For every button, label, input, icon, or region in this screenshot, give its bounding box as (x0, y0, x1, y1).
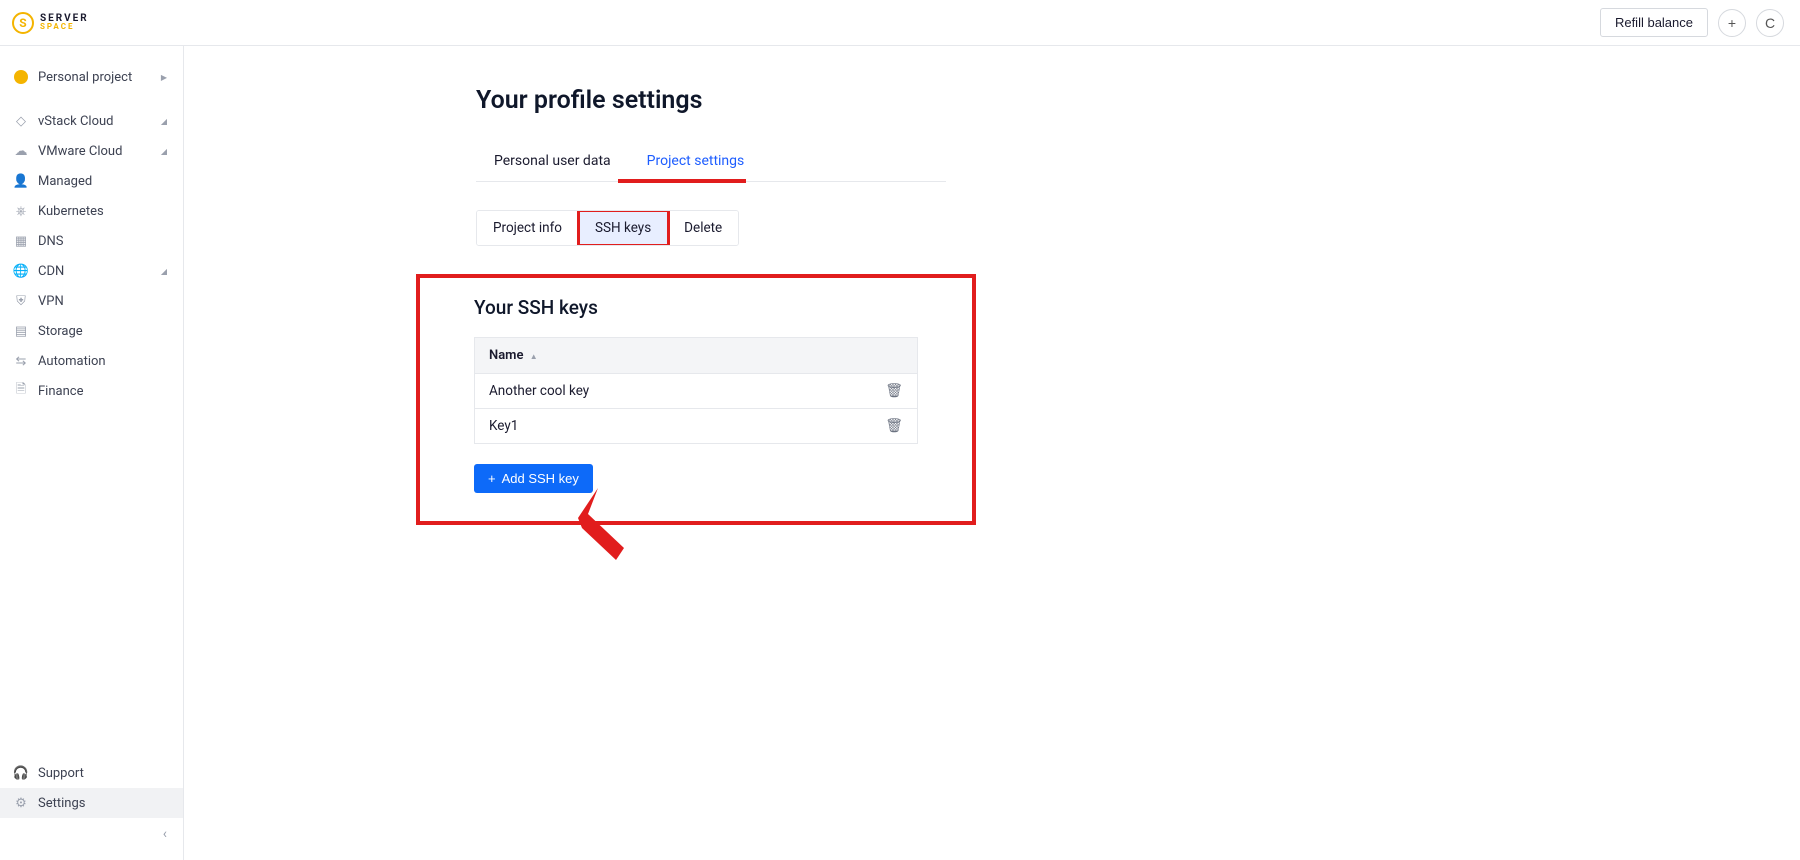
sidebar-item-cdn[interactable]: 🌐 CDN ◢ (0, 256, 183, 286)
project-subtabs: Project info SSH keys Delete (476, 210, 739, 246)
sidebar-item-label: CDN (38, 264, 64, 279)
header-actions: Refill balance + C (1600, 8, 1784, 37)
sidebar-item-storage[interactable]: ▤ Storage (0, 316, 183, 346)
collapse-sidebar-button[interactable]: ‹ (163, 826, 167, 842)
table-row[interactable]: Another cool key 🗑 (475, 373, 917, 408)
chevron-down-icon: ◢ (161, 267, 167, 276)
sidebar-item-label: Finance (38, 384, 83, 399)
subtab-delete[interactable]: Delete (668, 211, 738, 245)
kubernetes-icon: ⎈ (14, 204, 28, 218)
shield-icon: ⛨ (14, 294, 28, 308)
annotation-highlight-box: Your SSH keys Name ▲ Another cool key 🗑 … (416, 274, 976, 525)
storage-icon: ▤ (14, 324, 28, 338)
headset-icon: 🎧 (14, 766, 28, 780)
sort-asc-icon: ▲ (530, 352, 538, 361)
table-row[interactable]: Key1 🗑 (475, 408, 917, 443)
sidebar-item-label: Support (38, 766, 84, 781)
sidebar-item-label: VMware Cloud (38, 144, 122, 159)
sidebar: Personal project ▶ ◇ vStack Cloud ◢ ☁ VM… (0, 46, 184, 860)
subtab-project-info[interactable]: Project info (477, 211, 579, 245)
avatar-button[interactable]: C (1756, 9, 1784, 37)
cog-icon: ⚙ (14, 796, 28, 810)
plus-icon: + (1728, 15, 1736, 31)
plus-icon: + (488, 471, 496, 486)
main-content: Your profile settings Personal user data… (184, 46, 1800, 860)
chevron-down-icon: ◢ (161, 117, 167, 126)
sidebar-item-vstack[interactable]: ◇ vStack Cloud ◢ (0, 106, 183, 136)
globe-icon: 🌐 (14, 264, 28, 278)
sidebar-item-dns[interactable]: ▦ DNS (0, 226, 183, 256)
project-label: Personal project (38, 70, 132, 85)
sidebar-item-label: DNS (38, 234, 64, 249)
chevron-right-icon: ▶ (161, 73, 167, 82)
project-selector[interactable]: Personal project ▶ (0, 62, 183, 92)
delete-key-button[interactable]: 🗑 (885, 383, 903, 399)
sidebar-item-automation[interactable]: ⇆ Automation (0, 346, 183, 376)
avatar-initial: C (1765, 15, 1775, 31)
sidebar-item-label: Kubernetes (38, 204, 104, 219)
delete-key-button[interactable]: 🗑 (885, 418, 903, 434)
header: S SERVER SPACE Refill balance + C (0, 0, 1800, 46)
key-name: Key1 (489, 418, 518, 434)
sidebar-item-label: Storage (38, 324, 83, 339)
logo-text-bottom: SPACE (40, 23, 89, 30)
sidebar-item-kubernetes[interactable]: ⎈ Kubernetes (0, 196, 183, 226)
tab-personal-data[interactable]: Personal user data (476, 143, 629, 181)
sidebar-item-label: Automation (38, 354, 106, 369)
swap-icon: ⇆ (14, 354, 28, 368)
refill-balance-button[interactable]: Refill balance (1600, 8, 1708, 37)
sidebar-item-label: vStack Cloud (38, 114, 114, 129)
chevron-down-icon: ◢ (161, 147, 167, 156)
sidebar-item-vpn[interactable]: ⛨ VPN (0, 286, 183, 316)
key-name: Another cool key (489, 383, 589, 399)
dns-icon: ▦ (14, 234, 28, 248)
annotation-arrow-icon (568, 488, 628, 568)
add-button[interactable]: + (1718, 9, 1746, 37)
ssh-keys-table: Name ▲ Another cool key 🗑 Key1 🗑 (474, 337, 918, 444)
file-icon: 🗎 (14, 384, 28, 398)
sidebar-item-finance[interactable]: 🗎 Finance (0, 376, 183, 406)
project-icon (14, 70, 28, 84)
annotation-underline (618, 179, 746, 183)
sidebar-item-managed[interactable]: 👤 Managed (0, 166, 183, 196)
trash-icon: 🗑 (885, 383, 903, 399)
subtab-ssh-keys[interactable]: SSH keys (579, 211, 668, 245)
page-title: Your profile settings (476, 86, 1476, 115)
trash-icon: 🗑 (885, 418, 903, 434)
table-header[interactable]: Name ▲ (475, 338, 917, 373)
cloud-alt-icon: ◇ (14, 114, 28, 128)
profile-tabs: Personal user data Project settings (476, 143, 946, 182)
cloud-icon: ☁ (14, 144, 28, 158)
sidebar-item-settings[interactable]: ⚙ Settings (0, 788, 183, 818)
sidebar-item-label: VPN (38, 294, 64, 309)
logo-mark-icon: S (12, 12, 34, 34)
chevron-left-icon: ‹ (163, 826, 167, 842)
sidebar-item-vmware[interactable]: ☁ VMware Cloud ◢ (0, 136, 183, 166)
column-name: Name (489, 348, 523, 363)
person-icon: 👤 (14, 174, 28, 188)
logo[interactable]: S SERVER SPACE (12, 12, 89, 34)
sidebar-item-label: Settings (38, 796, 85, 811)
sidebar-item-support[interactable]: 🎧 Support (0, 758, 183, 788)
tab-project-settings[interactable]: Project settings (629, 143, 763, 181)
add-ssh-key-label: Add SSH key (502, 471, 579, 486)
sidebar-item-label: Managed (38, 174, 92, 189)
ssh-keys-title: Your SSH keys (474, 296, 918, 319)
